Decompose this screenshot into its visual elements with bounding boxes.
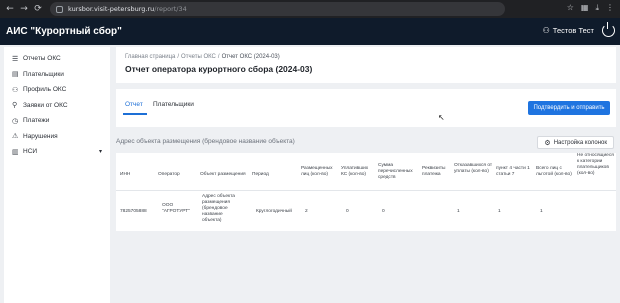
warning-icon: ⚠	[12, 132, 19, 141]
app-header: АИС "Курортный сбор" ⚇ Тестов Тест	[0, 18, 620, 45]
extensions-icon[interactable]: ▦	[581, 3, 589, 13]
breadcrumb-separator: /	[177, 54, 180, 60]
column-header-p4[interactable]: пункт 4 части 1 статьи 7	[496, 166, 536, 178]
sidebar-item-nsi[interactable]: ▥ НСИ ▾	[4, 144, 110, 160]
column-settings-label: Настройка колонок	[553, 139, 607, 146]
mouse-cursor-icon: ↖	[438, 113, 445, 122]
column-header-paid[interactable]: Уплативших КС (кол-во)	[341, 166, 375, 178]
breadcrumb: Главная страница / Отчеты ОКС / Отчет ОКС (2…	[125, 54, 607, 60]
database-icon: ▥	[12, 147, 19, 156]
gear-icon: ⚙	[544, 138, 551, 147]
download-icon[interactable]: ⤓	[595, 3, 599, 13]
sidebar-item-label: Профиль ОКС	[23, 86, 67, 94]
back-icon[interactable]: ←	[3, 4, 17, 14]
cell-period: Круглогодичный	[256, 209, 292, 214]
list-icon: ☰	[12, 54, 19, 63]
cell-operator: ООО "АГРОТУРТ"	[162, 203, 190, 214]
report-table: ИНН Оператор Объект размещения Период Ра…	[116, 153, 616, 231]
page-header: Главная страница / Отчеты ОКС / Отчет ОКС (2…	[116, 47, 616, 83]
sidebar-item-label: Отчеты ОКС	[23, 55, 61, 63]
user-icon: ⚇	[542, 26, 550, 35]
url-host: kursbor.visit-petersburg.ru	[68, 5, 155, 13]
logout-icon[interactable]	[602, 22, 615, 37]
column-header-period[interactable]: Период	[252, 172, 282, 178]
column-header-refused[interactable]: Отказавшихся от уплаты (кол-во)	[454, 163, 494, 175]
sidebar-item-payers[interactable]: ▤ Плательщики	[4, 67, 110, 83]
column-header-inn[interactable]: ИНН	[120, 172, 150, 178]
sidebar-item-violations[interactable]: ⚠ Нарушения	[4, 129, 110, 145]
breadcrumb-reports[interactable]: Отчеты ОКС	[181, 54, 216, 60]
cell-refused: 1	[457, 209, 460, 214]
submit-button[interactable]: Подтвердить и отправить	[528, 101, 610, 115]
user-icon: ⚇	[12, 85, 19, 94]
column-settings-button[interactable]: ⚙ Настройка колонок	[537, 136, 614, 149]
sidebar: ☰ Отчеты ОКС ▤ Плательщики ⚇ Профиль ОКС…	[4, 47, 110, 303]
clock-icon: ◷	[12, 116, 19, 125]
table-header-row: ИНН Оператор Объект размещения Период Ра…	[116, 153, 616, 191]
browser-toolbar: ← → ⟳ kursbor.visit-petersburg.ru/report…	[0, 0, 620, 18]
page-title: Отчет оператора курортного сбора (2024-0…	[125, 64, 313, 74]
sidebar-item-reports[interactable]: ☰ Отчеты ОКС	[4, 51, 110, 67]
user-menu[interactable]: ⚇ Тестов Тест	[543, 26, 594, 35]
breadcrumb-separator: /	[217, 54, 220, 60]
column-header-object[interactable]: Объект размещения	[200, 172, 254, 178]
document-icon: ▤	[12, 70, 19, 79]
tab-report[interactable]: Отчет	[125, 101, 143, 108]
site-info-icon[interactable]	[56, 5, 63, 13]
table-toolbar: Адрес объекта размещения (брендовое назв…	[116, 136, 616, 150]
cell-paid: 0	[346, 209, 349, 214]
table-title: Адрес объекта размещения (брендовое назв…	[116, 138, 295, 145]
reload-icon[interactable]: ⟳	[31, 4, 45, 14]
column-header-requisites[interactable]: Реквизиты платежа	[422, 166, 452, 178]
cell-placed: 2	[305, 209, 308, 214]
column-header-non-payers[interactable]: Не относящиеся к категории плательщиков …	[577, 153, 615, 177]
column-header-operator[interactable]: Оператор	[158, 172, 192, 178]
active-tab-indicator	[123, 113, 147, 115]
tab-payers[interactable]: Плательщики	[153, 101, 194, 108]
cell-sum: 0	[382, 209, 385, 214]
sidebar-item-label: Заявки от ОКС	[23, 101, 68, 109]
breadcrumb-home[interactable]: Главная страница	[125, 54, 175, 60]
column-header-benefit[interactable]: Всего лиц с льготой (кол-во)	[536, 166, 574, 178]
sidebar-item-payments[interactable]: ◷ Платежи	[4, 113, 110, 129]
forward-icon[interactable]: →	[17, 4, 31, 14]
breadcrumb-current: Отчет ОКС (2024-03)	[221, 54, 280, 60]
cell-object: Адрес объекта размещения (брендовое назв…	[202, 194, 235, 223]
chevron-down-icon[interactable]: ▾	[99, 148, 102, 155]
sidebar-item-label: НСИ	[23, 148, 38, 156]
sidebar-item-label: Платежи	[23, 117, 50, 125]
cell-benefit: 1	[540, 209, 543, 214]
cell-p4: 1	[498, 209, 501, 214]
sidebar-item-requests[interactable]: ⚲ Заявки от ОКС	[4, 98, 110, 114]
request-icon: ⚲	[12, 101, 18, 110]
app-title: АИС "Курортный сбор"	[6, 26, 122, 37]
sidebar-item-profile[interactable]: ⚇ Профиль ОКС	[4, 82, 110, 98]
tabs-panel: Отчет Плательщики Подтвердить и отправит…	[116, 89, 616, 127]
column-header-placed[interactable]: Размещенных лиц (кол-во)	[301, 166, 337, 178]
sidebar-item-label: Плательщики	[23, 70, 64, 78]
star-icon[interactable]: ☆	[567, 3, 574, 13]
sidebar-item-label: Нарушения	[23, 132, 58, 140]
column-header-sum[interactable]: Сумма перечисленных средств	[378, 163, 418, 181]
menu-icon[interactable]: ⋮	[606, 3, 614, 13]
url-path: /report/34	[154, 5, 187, 13]
cell-inn: 7825705888	[120, 209, 147, 214]
address-bar[interactable]: kursbor.visit-petersburg.ru/report/34	[50, 2, 505, 16]
user-name: Тестов Тест	[552, 26, 594, 35]
